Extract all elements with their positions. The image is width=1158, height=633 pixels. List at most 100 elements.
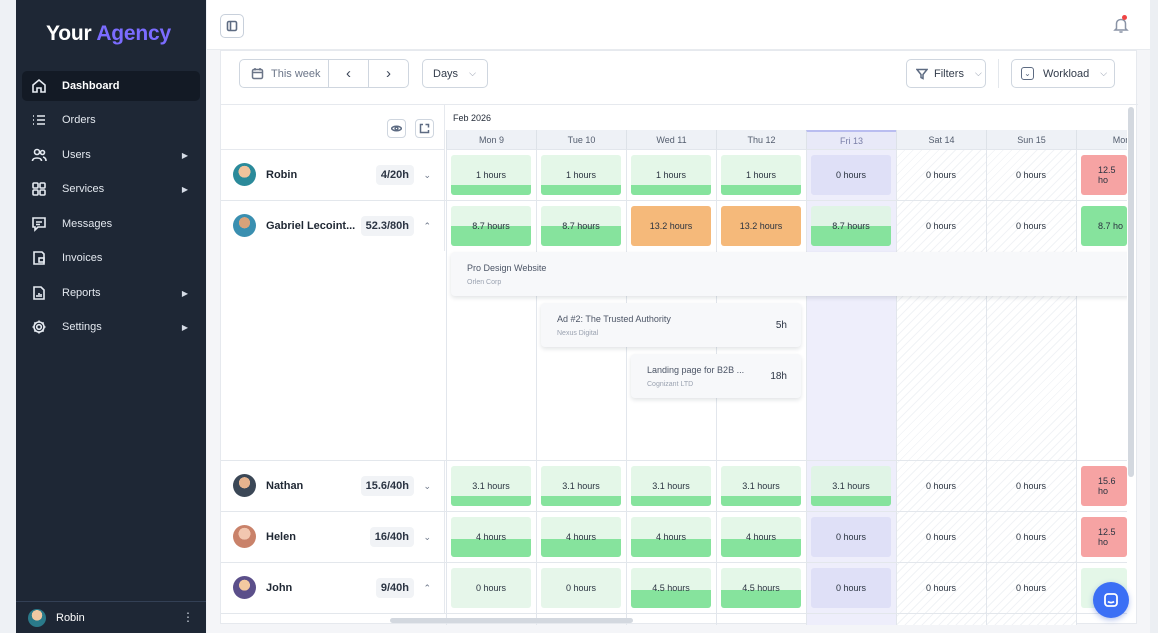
workload-cell[interactable]: 4 hours	[631, 517, 711, 557]
workload-cell[interactable]: 13.2 hours	[631, 206, 711, 246]
sidebar-item-orders[interactable]: Orders	[22, 105, 200, 135]
day-header[interactable]: Tue 10	[536, 130, 626, 150]
task-card[interactable]: Landing page for B2B ... Cognizant LTD 18h	[631, 354, 801, 398]
this-week-button[interactable]: This week	[239, 59, 329, 88]
task-card[interactable]: Pro Design Website Orlen Corp	[451, 252, 1127, 296]
person-row-nathan[interactable]: Nathan 15.6/40h ⌄	[221, 461, 445, 511]
workload-cell[interactable]: 0 hours	[991, 206, 1071, 246]
prev-week-button[interactable]: ‹	[328, 59, 369, 88]
workload-cell[interactable]: 0 hours	[991, 466, 1071, 506]
workload-cell[interactable]: 13.2 hours	[721, 206, 801, 246]
workload-cell[interactable]: 0 hours	[991, 155, 1071, 195]
expand-all-button[interactable]	[415, 119, 434, 138]
sidebar-item-invoices[interactable]: Invoices	[22, 243, 200, 273]
sidebar-item-label: Reports	[62, 287, 101, 299]
visibility-toggle-button[interactable]	[387, 119, 406, 138]
workload-cell[interactable]: 1 hours	[721, 155, 801, 195]
day-header[interactable]: Sat 14	[896, 130, 986, 150]
day-header[interactable]: Mon 9	[446, 130, 536, 150]
sidebar-item-label: Orders	[62, 114, 96, 126]
person-row-gabriel[interactable]: Gabriel Lecoint... 52.3/80h ⌃	[221, 201, 445, 251]
sidebar-item-label: Invoices	[62, 252, 103, 264]
day-header[interactable]: Fri 13	[806, 130, 896, 150]
workload-cell[interactable]: 0 hours	[811, 517, 891, 557]
cell-hours-label: 0 hours	[925, 583, 957, 593]
sidebar-toggle-button[interactable]	[220, 14, 244, 38]
more-menu-icon[interactable]: ⋮	[182, 610, 194, 624]
chevron-down-icon[interactable]: ⌄	[423, 481, 431, 492]
workload-cell[interactable]: 8.7 hours	[451, 206, 531, 246]
cell-hours-label: 3.1 hours	[742, 481, 780, 491]
cell-hours-label: 0 hours	[565, 583, 597, 593]
workload-toggle[interactable]: ⌄ Workload ⌵	[1011, 59, 1115, 88]
workload-grid: Feb 2026 Mon 9 Tue 10 Wed 11 Thu 12 Fri 13 Sa…	[221, 105, 1127, 625]
workload-cell[interactable]: 1 hours	[631, 155, 711, 195]
chat-launcher-button[interactable]	[1093, 582, 1129, 618]
workload-cell[interactable]: 4 hours	[451, 517, 531, 557]
task-client: Cognizant LTD	[647, 381, 694, 388]
cell-hours-label: 3.1 hours	[562, 481, 600, 491]
workload-cell[interactable]: 8.7 ho	[1081, 206, 1127, 246]
cell-hours-label: 0 hours	[1015, 481, 1047, 491]
notification-bell-icon[interactable]	[1112, 15, 1130, 34]
sidebar-item-settings[interactable]: Settings ▶	[22, 312, 200, 342]
workload-cell[interactable]: 0 hours	[991, 568, 1071, 608]
sidebar-item-users[interactable]: Users ▶	[22, 140, 200, 170]
workload-cell[interactable]: 0 hours	[811, 155, 891, 195]
day-header[interactable]: Sun 15	[986, 130, 1076, 150]
sidebar-item-services[interactable]: Services ▶	[22, 174, 200, 204]
horizontal-scrollbar[interactable]	[390, 618, 633, 623]
workload-cell[interactable]: 4.5 hours	[631, 568, 711, 608]
sidebar-item-messages[interactable]: Messages	[22, 209, 200, 239]
workload-cell[interactable]: 0 hours	[541, 568, 621, 608]
task-hours: 18h	[770, 371, 787, 382]
person-row-helen[interactable]: Helen 16/40h ⌄	[221, 512, 445, 562]
person-row-john[interactable]: John 9/40h ⌃	[221, 563, 445, 613]
sidebar-item-label: Users	[62, 149, 91, 161]
sidebar-item-dashboard[interactable]: Dashboard	[22, 71, 200, 101]
workload-cell[interactable]: 0 hours	[811, 568, 891, 608]
workload-cell[interactable]: 0 hours	[451, 568, 531, 608]
next-week-button[interactable]: ›	[368, 59, 409, 88]
cell-hours-label: 0 hours	[835, 583, 867, 593]
workload-cell[interactable]: 4 hours	[721, 517, 801, 557]
workload-cell[interactable]: 4.5 hours	[721, 568, 801, 608]
vertical-scrollbar[interactable]	[1128, 107, 1134, 477]
workload-cell[interactable]: 4 hours	[541, 517, 621, 557]
chevron-up-icon[interactable]: ⌃	[423, 583, 431, 594]
day-header[interactable]: Mon	[1076, 130, 1127, 150]
task-card[interactable]: Ad #2: The Trusted Authority Nexus Digita…	[541, 303, 801, 347]
chevron-down-icon[interactable]: ⌄	[423, 170, 431, 181]
workload-cell[interactable]: 12.5 ho	[1081, 155, 1127, 195]
person-row-robin[interactable]: Robin 4/20h ⌄	[221, 150, 445, 200]
main-area: This week ‹ › Days ⌵ Filters ⌵ ⌄ Workloa…	[207, 0, 1150, 633]
workload-cell[interactable]: 0 hours	[901, 206, 981, 246]
workload-cell[interactable]: 0 hours	[901, 568, 981, 608]
workload-cell[interactable]: 0 hours	[901, 466, 981, 506]
workload-cell[interactable]: 1 hours	[451, 155, 531, 195]
workload-cell[interactable]: 1 hours	[541, 155, 621, 195]
workload-cell[interactable]: 0 hours	[901, 517, 981, 557]
day-header[interactable]: Thu 12	[716, 130, 806, 150]
home-icon	[30, 77, 48, 95]
filters-button[interactable]: Filters ⌵	[906, 59, 986, 88]
cell-hours-label: 4 hours	[655, 532, 687, 542]
workload-cell[interactable]: 3.1 hours	[451, 466, 531, 506]
sidebar-user-footer[interactable]: Robin ⋮	[16, 601, 206, 633]
view-select[interactable]: Days ⌵	[422, 59, 488, 88]
workload-cell[interactable]: 15.6 ho	[1081, 466, 1127, 506]
workload-cell[interactable]: 12.5 ho	[1081, 517, 1127, 557]
workload-cell[interactable]: 8.7 hours	[811, 206, 891, 246]
workload-cell[interactable]: 0 hours	[991, 517, 1071, 557]
workload-cell[interactable]: 3.1 hours	[541, 466, 621, 506]
day-header[interactable]: Wed 11	[626, 130, 716, 150]
workload-cell[interactable]: 3.1 hours	[811, 466, 891, 506]
chevron-up-icon[interactable]: ⌃	[423, 221, 431, 232]
workload-cell[interactable]: 0 hours	[901, 155, 981, 195]
workload-cell[interactable]: 3.1 hours	[631, 466, 711, 506]
workload-cell[interactable]: 3.1 hours	[721, 466, 801, 506]
workload-cell[interactable]: 8.7 hours	[541, 206, 621, 246]
sidebar-item-reports[interactable]: Reports ▶	[22, 278, 200, 308]
chevron-down-icon[interactable]: ⌄	[423, 532, 431, 543]
brand-logo[interactable]: Your Agency	[46, 22, 171, 46]
